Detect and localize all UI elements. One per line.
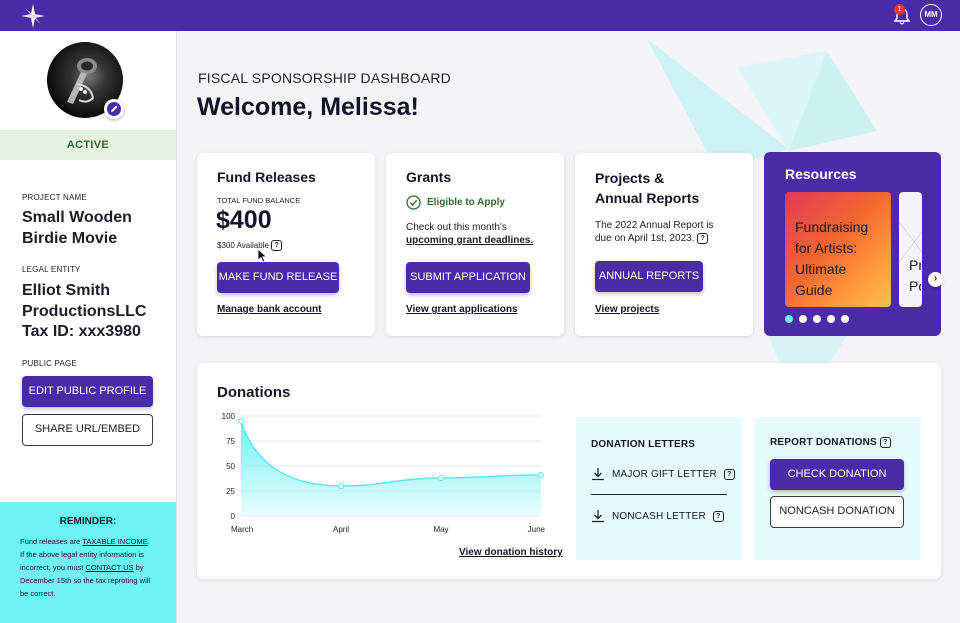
carousel-dot-2[interactable] <box>799 315 807 323</box>
x-tick-label: March <box>231 525 253 534</box>
help-icon[interactable]: ? <box>879 437 891 448</box>
welcome-heading: Welcome, Melissa! <box>197 93 419 121</box>
carousel-dot-3[interactable] <box>813 315 821 323</box>
mouse-cursor-icon <box>257 248 268 263</box>
pencil-icon <box>107 102 121 116</box>
reminder-title: REMINDER: <box>59 516 117 527</box>
noncash-donation-button[interactable]: NONCASH DONATION <box>770 496 904 528</box>
annual-report-text-line2: due on April 1st, 2023. ? <box>595 232 709 246</box>
resources-title: Resources <box>785 166 857 182</box>
user-avatar[interactable]: MM <box>920 4 942 26</box>
area-fill <box>241 421 541 516</box>
data-point <box>238 418 244 424</box>
resource-tile-fundraising[interactable]: Fundraising for Artists: Ultimate Guide <box>785 192 891 307</box>
available-amount: $300 Available ? <box>217 239 283 253</box>
reminder-box: REMINDER: Fund releases are TAXABLE INCO… <box>0 502 176 623</box>
annual-reports-button[interactable]: ANNUAL REPORTS <box>595 261 703 292</box>
x-tick-label: April <box>333 525 349 534</box>
donation-letters-panel: DONATION LETTERS MAJOR GIFT LETTER ? NON… <box>576 417 742 560</box>
legal-entity-label: LEGAL ENTITY <box>22 265 81 274</box>
eligibility-status: Eligible to Apply <box>427 197 505 208</box>
check-circle-icon <box>406 195 421 210</box>
public-page-label: PUBLIC PAGE <box>22 359 77 368</box>
y-tick-label: 0 <box>231 512 236 521</box>
data-point <box>338 483 344 489</box>
donations-title: Donations <box>217 384 291 401</box>
status-badge: ACTIVE <box>0 130 176 160</box>
carousel-dot-5[interactable] <box>841 315 849 323</box>
reminder-text-part1: Fund releases are <box>20 537 83 546</box>
manage-bank-account-link[interactable]: Manage bank account <box>217 304 321 315</box>
sidebar: ACTIVE PROJECT NAME Small Wooden Birdie … <box>0 31 177 623</box>
resource-tile-next[interactable]: Pr Po <box>899 192 922 307</box>
x-tick-label: May <box>433 525 448 534</box>
resources-carousel: Resources Fundraising for Artists: Ultim… <box>764 152 941 336</box>
donations-chart: 0 25 50 75 100 March April May June <box>222 412 546 534</box>
fund-releases-card: Fund Releases TOTAL FUND BALANCE $400 $3… <box>197 153 375 336</box>
notification-badge: 1 <box>894 4 905 15</box>
fund-balance-amount: $400 <box>216 206 272 234</box>
share-url-embed-button[interactable]: SHARE URL/EMBED <box>22 414 153 446</box>
projects-card: Projects & Annual Reports The 2022 Annua… <box>575 153 753 336</box>
donation-letters-title: DONATION LETTERS <box>591 439 696 450</box>
project-name-line1: Small Wooden <box>22 209 132 226</box>
carousel-dot-4[interactable] <box>827 315 835 323</box>
major-gift-letter-row[interactable]: MAJOR GIFT LETTER ? <box>591 467 735 481</box>
check-donation-button[interactable]: CHECK DONATION <box>770 459 904 490</box>
resource-tile-text: Fundraising for Artists: Ultimate Guide <box>795 219 869 298</box>
x-tick-label: June <box>528 525 546 534</box>
download-icon <box>592 510 604 523</box>
legal-entity-line2: ProductionsLLC <box>22 303 147 320</box>
edit-public-profile-button[interactable]: EDIT PUBLIC PROFILE <box>22 376 153 407</box>
logo-icon[interactable] <box>20 3 46 29</box>
help-icon[interactable]: ? <box>723 468 735 480</box>
help-icon[interactable]: ? <box>271 240 283 252</box>
grants-text: Check out this month's <box>406 222 507 233</box>
dashboard-label: FISCAL SPONSORSHIP DASHBOARD <box>198 70 451 86</box>
grants-card: Grants Eligible to Apply Check out this … <box>386 153 564 336</box>
upcoming-deadlines-link[interactable]: upcoming grant deadlines. <box>406 234 533 248</box>
noncash-letter-label: NONCASH LETTER <box>611 510 706 522</box>
donations-card: Donations 0 25 50 75 100 March April May June Vi… <box>197 363 941 579</box>
annual-report-text-line1: The 2022 Annual Report is <box>595 220 714 231</box>
download-icon <box>592 468 604 481</box>
y-tick-label: 25 <box>226 487 235 496</box>
annual-report-due: due on April 1st, 2023. <box>595 233 695 244</box>
resource-tile2-text: Pr Po <box>909 257 921 294</box>
y-tick-label: 50 <box>226 462 235 471</box>
report-donations-panel: REPORT DONATIONS ? CHECK DONATION NONCAS… <box>754 417 921 560</box>
contact-us-link[interactable]: CONTACT US <box>85 563 133 572</box>
view-projects-link[interactable]: View projects <box>595 304 659 315</box>
taxable-income-link[interactable]: TAXABLE INCOME <box>82 537 147 546</box>
projects-title-line2: Annual Reports <box>595 190 700 206</box>
make-fund-release-button[interactable]: MAKE FUND RELEASE <box>217 262 339 293</box>
help-icon[interactable]: ? <box>697 232 709 244</box>
y-tick-label: 100 <box>222 412 236 421</box>
data-point <box>538 472 544 478</box>
y-tick-label: 75 <box>226 437 235 446</box>
major-gift-letter-label: MAJOR GIFT LETTER <box>611 468 717 480</box>
help-icon[interactable]: ? <box>712 510 724 522</box>
report-donations-label: REPORT DONATIONS <box>770 437 877 449</box>
view-grant-applications-link[interactable]: View grant applications <box>406 304 518 315</box>
reminder-text: Fund releases are TAXABLE INCOME. If the… <box>20 535 156 600</box>
project-name-line2: Birdie Movie <box>22 230 118 247</box>
top-nav-bar: 1 MM <box>0 0 960 31</box>
fund-releases-title: Fund Releases <box>217 169 316 185</box>
edit-photo-button[interactable] <box>104 99 124 119</box>
project-name-label: PROJECT NAME <box>22 193 87 202</box>
grants-title: Grants <box>406 169 452 185</box>
legal-entity-line1: Elliot Smith <box>22 282 110 299</box>
report-donations-title: REPORT DONATIONS ? <box>770 437 891 448</box>
carousel-next-button[interactable]: › <box>928 272 943 287</box>
carousel-dot-1[interactable] <box>785 315 793 323</box>
projects-title-line1: Projects & <box>595 170 665 186</box>
tax-id: Tax ID: xxx3980 <box>22 323 141 340</box>
data-point <box>438 475 444 481</box>
divider <box>591 494 727 495</box>
view-donation-history-link[interactable]: View donation history <box>459 547 563 558</box>
submit-application-button[interactable]: SUBMIT APPLICATION <box>406 262 530 293</box>
main-content: FISCAL SPONSORSHIP DASHBOARD Welcome, Me… <box>177 31 960 623</box>
noncash-letter-row[interactable]: NONCASH LETTER ? <box>591 509 724 523</box>
